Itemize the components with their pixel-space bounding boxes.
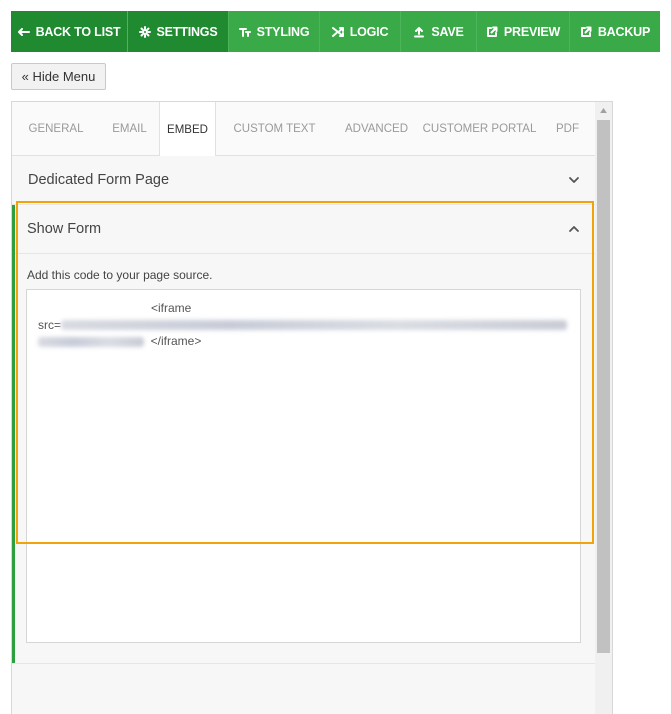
code-iframe-close: </iframe> [150, 334, 202, 348]
show-form-header[interactable]: Show Form [15, 205, 596, 254]
external-link-icon [580, 26, 592, 37]
settings-button[interactable]: Settings [128, 11, 229, 52]
dedicated-form-page-section: Dedicated Form Page [12, 156, 596, 205]
panel-footer [12, 663, 596, 714]
chevron-up-icon [569, 226, 579, 232]
tab-pdf[interactable]: PDF [539, 102, 596, 156]
embed-code-textarea[interactable]: <iframe src= </iframe> [26, 289, 581, 643]
embed-code: <iframe src= </iframe> [38, 300, 570, 350]
logic-button[interactable]: Logic [320, 11, 401, 52]
redacted-url [38, 336, 144, 347]
panel-content: General Email Embed Custom Text Advanced… [12, 102, 596, 714]
preview-button[interactable]: Preview [477, 11, 570, 52]
hide-menu-button[interactable]: « Hide Menu [11, 63, 106, 90]
tab-custom-text[interactable]: Custom Text [216, 102, 333, 156]
show-form-section: Show Form Add this code to your page sou… [12, 205, 596, 663]
tab-customer-portal[interactable]: Customer Portal [420, 102, 539, 156]
section-title: Show Form [27, 221, 102, 237]
redacted-url [61, 320, 568, 331]
back-arrow-icon [17, 27, 30, 36]
vertical-scrollbar[interactable] [595, 102, 612, 714]
tab-email[interactable]: Email [100, 102, 159, 156]
show-form-body: Add this code to your page source. <ifra… [15, 254, 596, 663]
text-style-icon [238, 27, 251, 37]
embed-hint: Add this code to your page source. [27, 268, 213, 282]
code-iframe-open: <iframe [151, 301, 192, 315]
gear-icon [138, 25, 151, 38]
tab-general[interactable]: General [12, 102, 100, 156]
code-src-attr: src= [38, 317, 62, 332]
scroll-up-arrow-icon[interactable] [595, 102, 612, 119]
save-button[interactable]: Save [401, 11, 477, 52]
section-title: Dedicated Form Page [28, 172, 170, 188]
backup-button[interactable]: Backup [570, 11, 660, 52]
tab-embed[interactable]: Embed [159, 102, 216, 157]
settings-panel: General Email Embed Custom Text Advanced… [11, 101, 613, 714]
shuffle-icon [331, 26, 344, 37]
styling-button[interactable]: Styling [229, 11, 320, 52]
tab-advanced[interactable]: Advanced [333, 102, 420, 156]
back-to-list-button[interactable]: Back To List [11, 11, 128, 52]
chevron-down-icon [569, 177, 579, 183]
settings-tabs: General Email Embed Custom Text Advanced… [12, 102, 596, 157]
dedicated-form-page-header[interactable]: Dedicated Form Page [12, 156, 596, 205]
top-toolbar: Back To List Settings Styling Logic Save… [11, 11, 660, 52]
upload-icon [414, 26, 425, 37]
triangle-up-icon [600, 108, 607, 113]
scroll-thumb[interactable] [597, 120, 610, 653]
external-link-icon [486, 26, 498, 37]
